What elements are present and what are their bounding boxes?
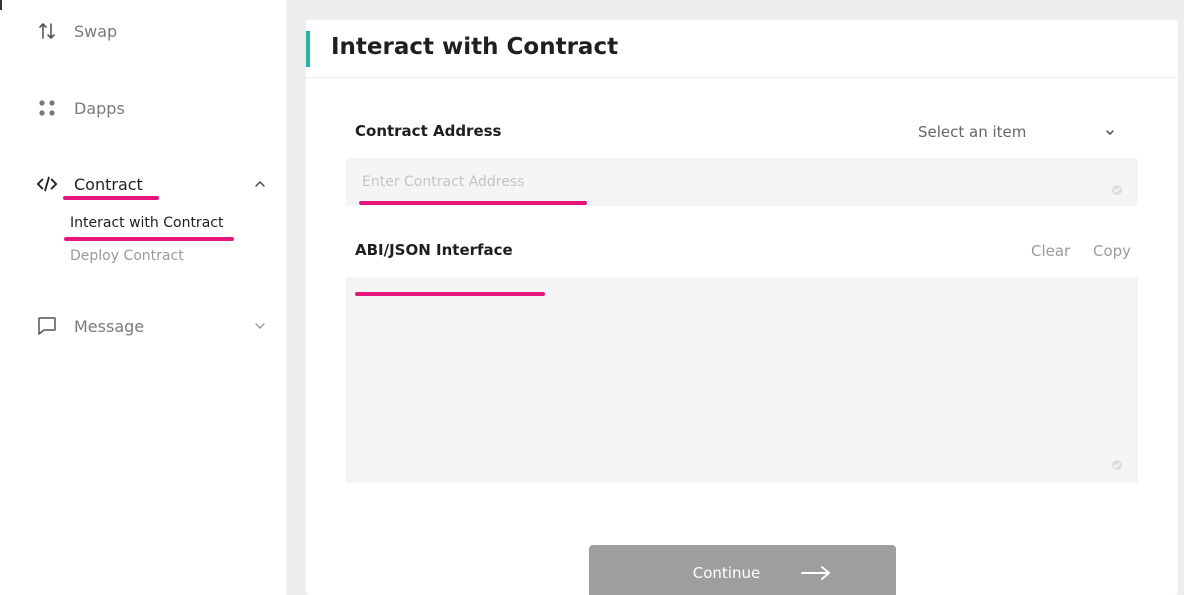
message-icon [36,315,58,337]
contract-highlight-underline [63,196,159,200]
continue-label: Continue [692,563,761,582]
chevron-down-icon [1102,124,1118,140]
header-accent-bar [306,31,310,67]
clear-button[interactable]: Clear [1031,242,1070,260]
check-circle-icon [1111,456,1123,470]
contract-select-dropdown[interactable]: Select an item [918,121,1118,143]
sidebar: Swap Dapps Contract Interact with Contra… [0,0,286,595]
sidebar-edge-marker [0,0,2,10]
contract-address-label: Contract Address [355,122,502,140]
abi-highlight-underline [355,292,545,296]
sidebar-item-contract[interactable]: Contract [36,172,268,196]
sidebar-subitem-deploy-contract[interactable]: Deploy Contract [70,248,184,264]
abi-json-label: ABI/JSON Interface [355,241,513,259]
page-title: Interact with Contract [331,34,619,60]
sidebar-item-label: Dapps [74,98,125,118]
abi-json-textarea[interactable] [346,277,1138,483]
contract-address-input[interactable] [346,158,1138,206]
panel-header: Interact with Contract [306,20,1178,78]
code-icon [36,173,58,195]
sidebar-item-swap[interactable]: Swap [36,19,268,43]
sidebar-item-label: Message [74,316,145,336]
arrow-right-icon [800,565,832,581]
swap-icon [36,20,58,42]
check-circle-icon [1111,181,1123,195]
sidebar-subitem-interact-contract[interactable]: Interact with Contract [70,215,223,231]
chevron-up-icon[interactable] [252,176,268,192]
chevron-down-icon[interactable] [252,318,268,334]
main-content: Interact with Contract Contract Address … [286,0,1184,595]
sidebar-item-label: Contract [74,174,143,194]
interact-highlight-underline [64,237,234,241]
sidebar-item-dapps[interactable]: Dapps [36,96,268,120]
copy-button[interactable]: Copy [1093,242,1131,260]
sidebar-item-message[interactable]: Message [36,314,268,338]
select-placeholder: Select an item [918,123,1027,141]
dapps-icon [36,97,58,119]
address-highlight-underline [359,201,587,205]
continue-button[interactable]: Continue [589,545,896,595]
interact-panel: Interact with Contract Contract Address … [306,20,1178,595]
sidebar-item-label: Swap [74,21,118,41]
